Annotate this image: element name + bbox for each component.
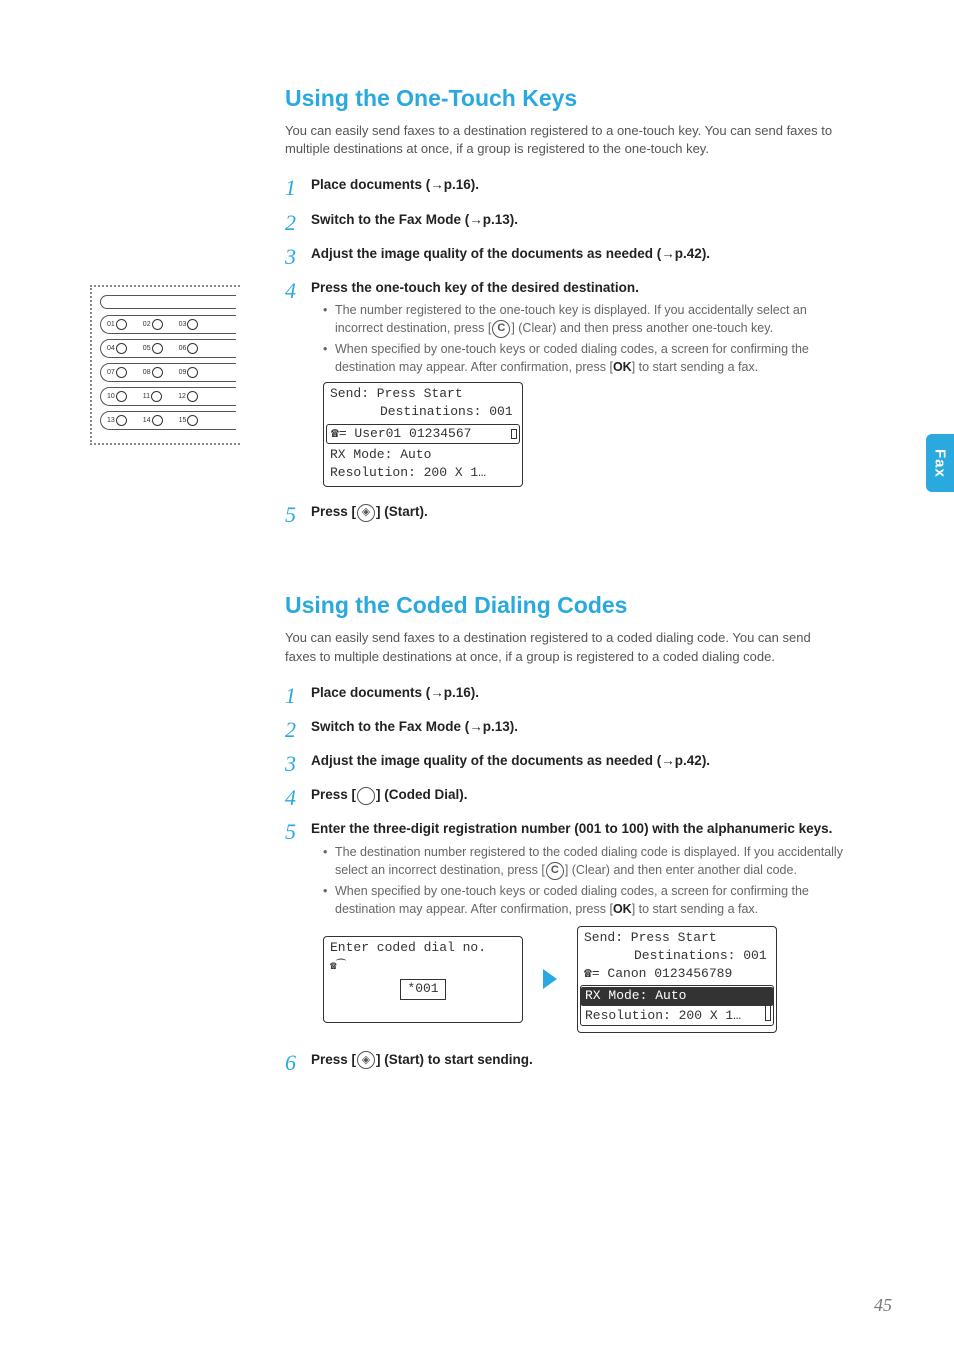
- lcd-screen-left: Enter coded dial no. ☎⁀ *001: [323, 936, 523, 1023]
- step-number: 3: [285, 752, 311, 776]
- keypad-row: 13 14 15: [100, 411, 236, 430]
- key-10: 10: [107, 391, 127, 402]
- lcd-line: Send: Press Start: [330, 386, 463, 401]
- step-title: Adjust the image quality of the document…: [311, 752, 845, 770]
- page-number: 45: [874, 1295, 892, 1316]
- clear-icon: C: [492, 320, 510, 338]
- lcd-line: Resolution: 200 X 1…: [585, 1008, 741, 1023]
- step-number: 5: [285, 820, 311, 1040]
- step-number: 2: [285, 718, 311, 742]
- side-tab-fax: Fax: [926, 434, 954, 492]
- step-title: Press [ ] (Coded Dial).: [311, 786, 845, 804]
- step-number: 3: [285, 245, 311, 269]
- step-number: 6: [285, 1051, 311, 1075]
- step-bullet: The destination number registered to the…: [323, 843, 845, 880]
- lcd-line: ☎= Canon 0123456789: [584, 966, 732, 981]
- key-03: 03: [179, 319, 199, 330]
- step-title: Adjust the image quality of the document…: [311, 245, 845, 263]
- lcd-line: Enter coded dial no.: [330, 940, 486, 955]
- lcd-input: *001: [400, 979, 445, 999]
- step-title: Switch to the Fax Mode (→p.13).: [311, 718, 845, 736]
- step-title: Switch to the Fax Mode (→p.13).: [311, 211, 845, 229]
- step-bullet: The number registered to the one-touch k…: [323, 301, 845, 338]
- lcd-screen: Send: Press Start Destinations: 001 ☎= U…: [323, 382, 523, 487]
- lcd-line: Destinations: 001: [330, 403, 516, 421]
- lcd-line: Resolution: 200 X 1…: [330, 465, 486, 480]
- key-07: 07: [107, 367, 127, 378]
- step-title: Press [◈] (Start).: [311, 503, 845, 521]
- section-title-onetouch: Using the One-Touch Keys: [285, 85, 845, 112]
- keypad-row: 04 05 06: [100, 339, 236, 358]
- step-number: 4: [285, 786, 311, 810]
- side-tab-label: Fax: [932, 449, 949, 478]
- step-bullet: When specified by one-touch keys or code…: [323, 340, 845, 376]
- step-number: 1: [285, 684, 311, 708]
- section-intro: You can easily send faxes to a destinati…: [285, 629, 845, 665]
- keypad-row: 10 11 12: [100, 387, 236, 406]
- start-icon: ◈: [357, 504, 375, 522]
- scrollbar-icon: [765, 990, 771, 1020]
- phone-icon: ☎⁀: [330, 960, 345, 975]
- step-number: 4: [285, 279, 311, 493]
- scrollbar-icon: [511, 429, 517, 439]
- lcd-highlight: ☎= User01 01234567: [326, 424, 520, 444]
- key-11: 11: [143, 391, 162, 402]
- step-title: Press the one-touch key of the desired d…: [311, 279, 845, 297]
- lcd-highlight: RX Mode: Auto Resolution: 200 X 1…: [580, 985, 774, 1025]
- clear-icon: C: [546, 862, 564, 880]
- step-title: Enter the three-digit registration numbe…: [311, 820, 845, 838]
- key-04: 04: [107, 343, 127, 354]
- key-05: 05: [143, 343, 163, 354]
- section-intro: You can easily send faxes to a destinati…: [285, 122, 845, 158]
- key-13: 13: [107, 415, 127, 426]
- key-06: 06: [179, 343, 199, 354]
- key-08: 08: [143, 367, 163, 378]
- step-title: Place documents (→p.16).: [311, 684, 845, 702]
- section-title-coded: Using the Coded Dialing Codes: [285, 592, 845, 619]
- keypad-row: 01 02 03: [100, 315, 236, 334]
- key-02: 02: [143, 319, 163, 330]
- step-title: Press [◈] (Start) to start sending.: [311, 1051, 845, 1069]
- step-number: 2: [285, 211, 311, 235]
- keypad-row: 07 08 09: [100, 363, 236, 382]
- lcd-line: RX Mode: Auto: [330, 447, 431, 462]
- step-number: 5: [285, 503, 311, 527]
- step-number: 1: [285, 176, 311, 200]
- lcd-line: ☎= User01 01234567: [331, 426, 471, 441]
- key-14: 14: [143, 415, 163, 426]
- key-09: 09: [179, 367, 199, 378]
- lcd-screen-right: Send: Press Start Destinations: 001 ☎= C…: [577, 926, 777, 1033]
- arrow-right-icon: [543, 969, 557, 989]
- key-12: 12: [178, 391, 198, 402]
- lcd-line: RX Mode: Auto: [581, 987, 773, 1005]
- lcd-line: Send: Press Start: [584, 930, 717, 945]
- coded-dial-icon: [357, 787, 375, 805]
- key-15: 15: [179, 415, 199, 426]
- step-title: Place documents (→p.16).: [311, 176, 845, 194]
- one-touch-keypad-figure: 01 02 03 04 05 06 07 08 09 10 11 12 13 1: [90, 285, 240, 445]
- step-bullet: When specified by one-touch keys or code…: [323, 882, 845, 918]
- lcd-line: Destinations: 001: [584, 947, 770, 965]
- start-icon: ◈: [357, 1051, 375, 1069]
- key-01: 01: [107, 319, 127, 330]
